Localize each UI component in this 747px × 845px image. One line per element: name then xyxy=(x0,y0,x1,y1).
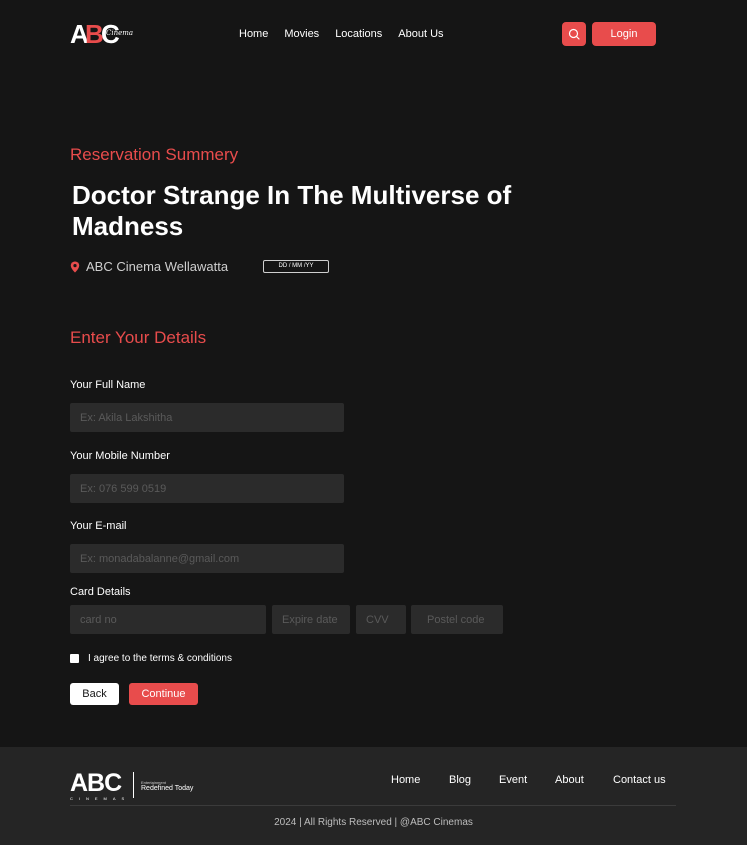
terms-checkbox[interactable] xyxy=(70,654,79,663)
enter-details-heading: Enter Your Details xyxy=(70,328,207,347)
footer-logo-subtext: CINEMAS xyxy=(70,796,131,801)
logo-script-text: Cinema xyxy=(106,29,134,37)
footer-tagline: Redefined Today xyxy=(141,785,194,792)
back-button[interactable]: Back xyxy=(70,683,119,705)
footer-nav-event[interactable]: Event xyxy=(499,774,527,786)
nav-locations[interactable]: Locations xyxy=(335,27,382,41)
date-field[interactable]: DD / MM /YY xyxy=(263,260,329,273)
footer-copyright: 2024 | All Rights Reserved | @ABC Cinema… xyxy=(274,817,473,828)
abc-cinema-logo[interactable]: A B C Cinema xyxy=(70,20,133,48)
nav-movies[interactable]: Movies xyxy=(284,27,319,41)
terms-row: I agree to the terms & conditions xyxy=(70,653,232,664)
search-button[interactable] xyxy=(562,22,586,46)
cinema-location: ABC Cinema Wellawatta xyxy=(70,259,228,274)
email-input[interactable] xyxy=(70,544,344,573)
terms-label[interactable]: I agree to the terms & conditions xyxy=(88,653,232,664)
footer-nav-home[interactable]: Home xyxy=(391,774,420,786)
mobile-number-input[interactable] xyxy=(70,474,344,503)
mobile-number-label: Your Mobile Number xyxy=(70,450,170,462)
search-icon xyxy=(568,28,580,40)
postal-code-input[interactable] xyxy=(411,605,503,634)
footer-nav-contact-us[interactable]: Contact us xyxy=(613,774,666,786)
continue-button[interactable]: Continue xyxy=(129,683,198,705)
card-number-input[interactable] xyxy=(70,605,266,634)
reservation-summary-heading: Reservation Summery xyxy=(70,145,239,164)
nav-about-us[interactable]: About Us xyxy=(398,27,443,41)
cinema-name: ABC Cinema Wellawatta xyxy=(86,259,229,274)
footer-divider xyxy=(70,805,676,806)
footer-nav-about[interactable]: About xyxy=(555,774,584,786)
main-nav: Home Movies Locations About Us xyxy=(239,27,460,41)
footer: ABC CINEMAS Entertainment Redefined Toda… xyxy=(0,747,747,845)
footer-logo-text: ABC xyxy=(70,769,122,797)
expire-date-input[interactable] xyxy=(272,605,350,634)
footer-nav-blog[interactable]: Blog xyxy=(449,774,471,786)
footer-logo[interactable]: ABC CINEMAS xyxy=(70,769,131,802)
full-name-input[interactable] xyxy=(70,403,344,432)
cvv-input[interactable] xyxy=(356,605,406,634)
map-pin-icon xyxy=(70,261,80,272)
footer-logo-divider xyxy=(133,772,134,798)
full-name-label: Your Full Name xyxy=(70,379,146,391)
card-details-label: Card Details xyxy=(70,586,131,598)
login-button[interactable]: Login xyxy=(592,22,656,46)
nav-home[interactable]: Home xyxy=(239,27,268,41)
email-label: Your E-mail xyxy=(70,520,127,532)
movie-title: Doctor Strange In The Multiverse of Madn… xyxy=(72,180,512,241)
